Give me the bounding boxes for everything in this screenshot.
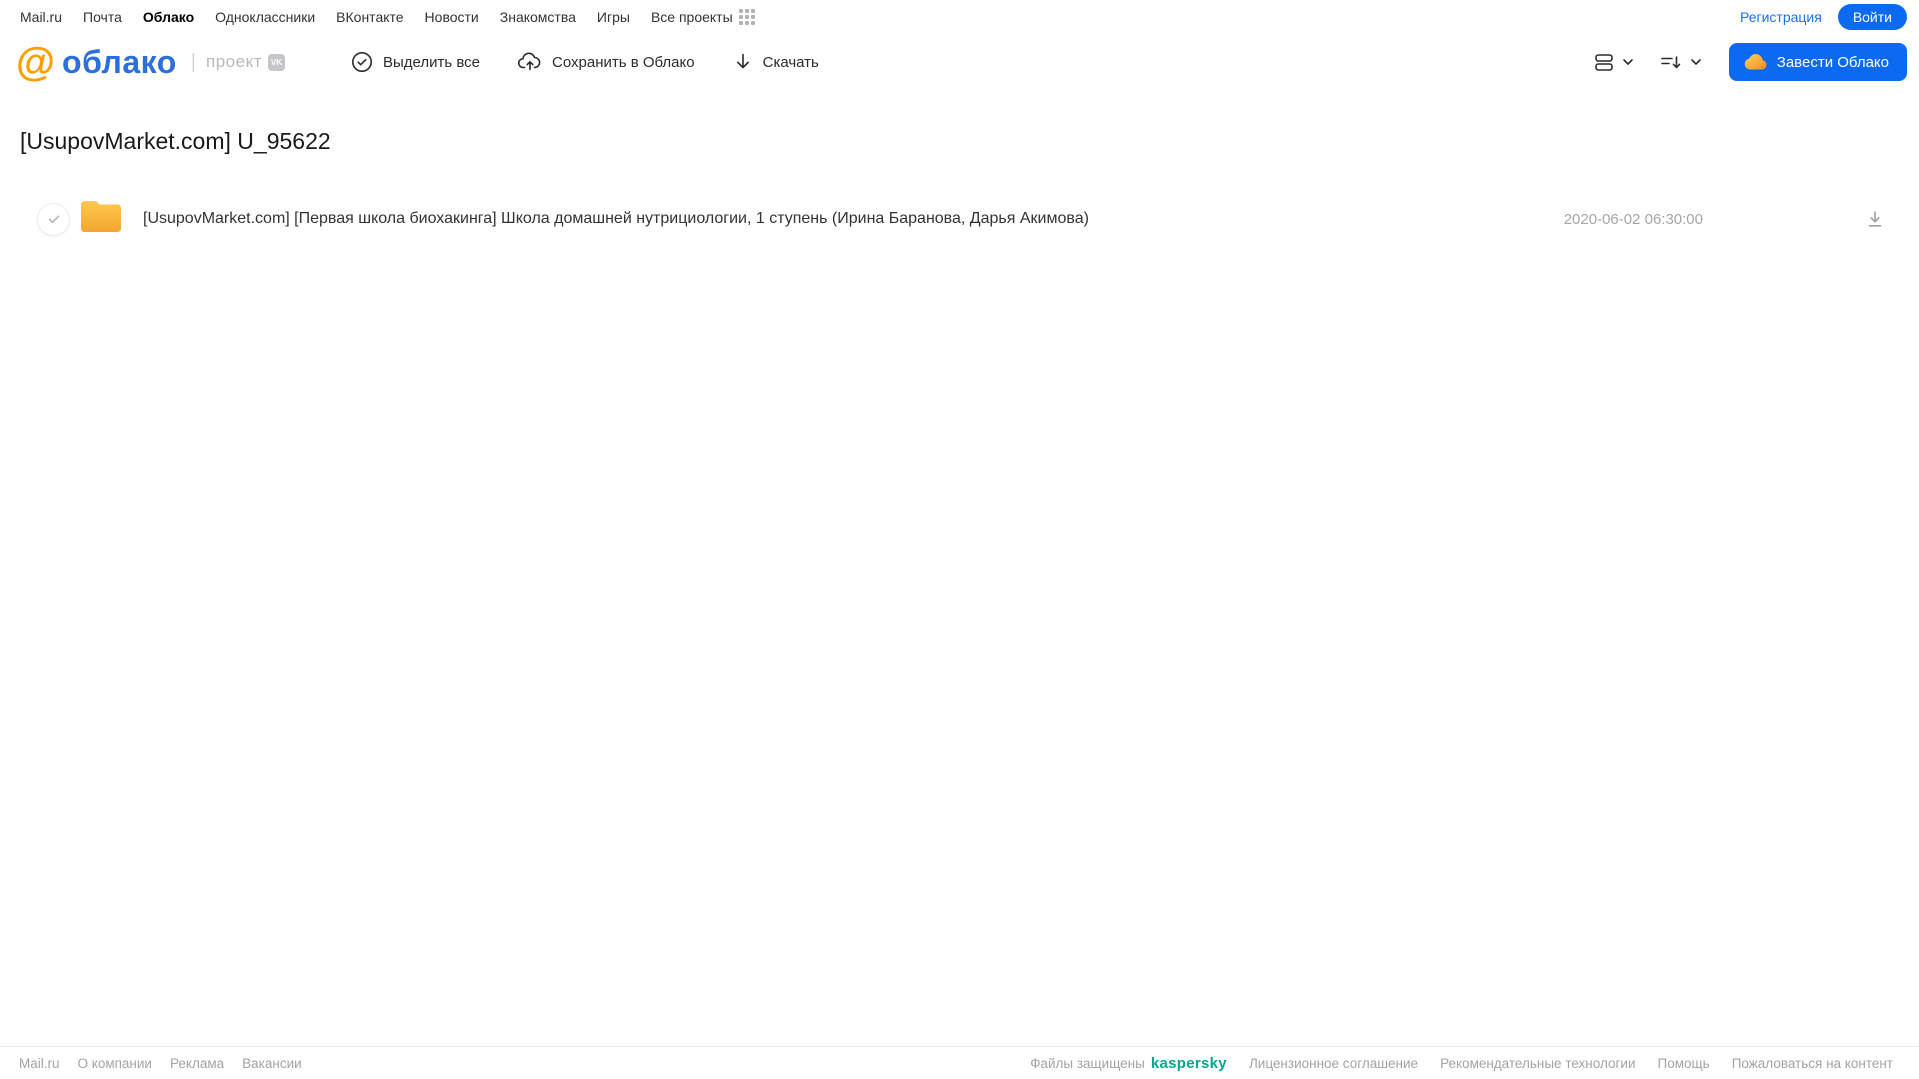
footer-about-link[interactable]: О компании: [78, 1056, 152, 1071]
footer-left-links: Mail.ru О компании Реклама Вакансии: [19, 1056, 302, 1071]
save-to-cloud-label: Сохранить в Облако: [552, 53, 695, 71]
file-checkbox[interactable]: [37, 202, 70, 236]
footer-jobs-link[interactable]: Вакансии: [242, 1056, 302, 1071]
download-button[interactable]: Скачать: [733, 51, 819, 73]
nav-all-projects[interactable]: Все проекты: [650, 8, 755, 25]
footer-license-link[interactable]: Лицензионное соглашение: [1249, 1056, 1418, 1071]
nav-vkontakte[interactable]: ВКонтакте: [336, 9, 403, 25]
mailru-at-icon: @: [16, 40, 56, 84]
nav-znakomstva[interactable]: Знакомства: [500, 9, 576, 25]
select-all-button[interactable]: Выделить все: [351, 51, 480, 73]
kaspersky-protection: Файлы защищены kaspersky: [1030, 1055, 1227, 1072]
list-view-icon: [1594, 54, 1613, 71]
cloud-logo-text: облако: [62, 43, 177, 80]
create-cloud-label: Завести Облако: [1776, 53, 1889, 71]
vk-badge-icon: VK: [267, 53, 285, 71]
footer-recommendations-link[interactable]: Рекомендательные технологии: [1440, 1056, 1635, 1071]
check-icon: [48, 215, 59, 224]
cloud-icon: [1744, 54, 1767, 70]
protected-label: Файлы защищены: [1030, 1055, 1145, 1071]
nav-igry[interactable]: Игры: [597, 9, 630, 25]
nav-mailru[interactable]: Mail.ru: [20, 9, 62, 25]
registration-link[interactable]: Регистрация: [1740, 9, 1822, 25]
footer-help-link[interactable]: Помощь: [1658, 1056, 1710, 1071]
footer-right-links: Файлы защищены kaspersky Лицензионное со…: [1030, 1055, 1893, 1072]
nav-novosti[interactable]: Новости: [425, 9, 479, 25]
save-to-cloud-button[interactable]: Сохранить в Облако: [518, 51, 695, 73]
folder-icon: [79, 198, 123, 240]
page-title: [UsupovMarket.com] U_95622: [20, 128, 331, 154]
portal-links: Mail.ru Почта Облако Одноклассники ВКонт…: [20, 8, 755, 25]
select-all-label: Выделить все: [382, 53, 480, 71]
download-label: Скачать: [762, 53, 819, 71]
download-arrow-icon: [733, 51, 753, 73]
top-navigation-bar: Mail.ru Почта Облако Одноклассники ВКонт…: [0, 0, 1919, 33]
apps-grid-icon: [738, 8, 755, 25]
file-name-link[interactable]: [UsupovMarket.com] [Первая школа биохаки…: [143, 210, 1089, 228]
check-circle-icon: [351, 51, 373, 73]
kaspersky-logo[interactable]: kaspersky: [1151, 1055, 1227, 1072]
sort-icon: [1660, 56, 1681, 69]
vk-project-label: проект: [206, 52, 262, 71]
chevron-down-icon: [1690, 59, 1701, 65]
sort-selector[interactable]: [1659, 51, 1703, 73]
footer-ads-link[interactable]: Реклама: [170, 1056, 224, 1071]
nav-all-projects-label: Все проекты: [650, 8, 733, 25]
footer: Mail.ru О компании Реклама Вакансии Файл…: [0, 1046, 1919, 1079]
logo-divider: |: [190, 50, 196, 73]
cloud-header: @ облако | проект VK Выделить все Сохран…: [0, 33, 1919, 91]
file-row[interactable]: [UsupovMarket.com] [Первая школа биохаки…: [0, 195, 1919, 243]
footer-mailru-link[interactable]: Mail.ru: [19, 1056, 60, 1071]
view-controls: Завести Облако: [1593, 43, 1907, 81]
file-actions-toolbar: Выделить все Сохранить в Облако Скачать: [351, 51, 819, 73]
auth-area: Регистрация Войти: [1740, 3, 1907, 30]
nav-pochta[interactable]: Почта: [83, 9, 122, 25]
file-date: 2020-06-02 06:30:00: [1563, 210, 1703, 228]
file-download-button[interactable]: [1865, 209, 1885, 229]
cloud-logo[interactable]: @ облако | проект VK: [16, 42, 285, 82]
nav-odnoklassniki[interactable]: Одноклассники: [215, 9, 315, 25]
login-button[interactable]: Войти: [1837, 3, 1907, 30]
create-cloud-button[interactable]: Завести Облако: [1728, 43, 1907, 81]
view-mode-selector[interactable]: [1593, 51, 1635, 73]
nav-oblako[interactable]: Облако: [143, 9, 194, 25]
chevron-down-icon: [1622, 59, 1633, 65]
download-icon: [1868, 211, 1882, 227]
footer-report-link[interactable]: Пожаловаться на контент: [1732, 1056, 1893, 1071]
cloud-upload-icon: [518, 51, 542, 73]
